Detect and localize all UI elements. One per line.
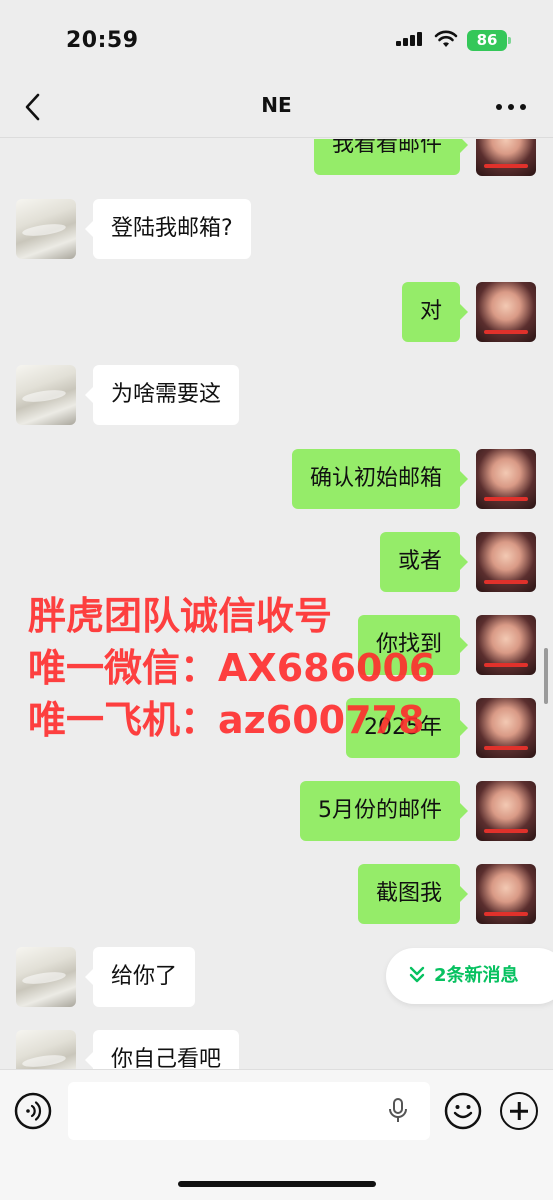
nav-bar: NE [0,80,553,138]
message-bubble-received[interactable]: 给你了 [84,947,196,1007]
scrollbar[interactable] [544,648,548,704]
message-bubble-received[interactable]: 登陆我邮箱? [85,199,251,259]
contact-avatar[interactable] [16,1030,76,1069]
message-input[interactable] [68,1082,430,1140]
status-time: 20:59 [66,28,139,53]
mic-icon[interactable] [387,1097,409,1125]
my-avatar[interactable] [476,864,536,924]
home-indicator[interactable] [178,1181,376,1187]
message-bubble-sent[interactable]: 确认初始邮箱 [291,449,469,509]
contact-avatar[interactable] [16,199,76,259]
chat-area[interactable]: 我看看邮件 登陆我邮箱? 对 为啥需要这 确认初始邮箱 或者 你找到 2025年… [0,139,553,1069]
chevron-double-down-icon [409,966,425,983]
message-bubble-sent[interactable]: 你找到 [357,615,469,675]
message-bubble-sent[interactable]: 2025年 [346,698,468,758]
wifi-icon [434,30,458,47]
my-avatar[interactable] [476,781,536,841]
message-bubble-sent[interactable]: 5月份的邮件 [300,781,468,841]
my-avatar[interactable] [476,615,536,675]
chat-title: NE [261,93,292,117]
my-avatar[interactable] [476,282,536,342]
my-avatar[interactable] [476,532,536,592]
new-messages-label: 2条新消息 [434,965,519,986]
message-bubble-sent[interactable]: 对 [401,282,469,342]
battery-indicator: 86 [467,30,507,51]
new-messages-button[interactable]: 2条新消息 [386,948,553,1004]
battery-nub [508,37,511,44]
message-bubble-sent[interactable]: 或者 [379,532,469,592]
emoji-icon[interactable] [444,1092,482,1130]
message-bubble-received[interactable]: 你自己看吧 [84,1030,240,1069]
status-bar: 20:59 86 [0,0,553,80]
my-avatar[interactable] [476,139,536,176]
more-icon[interactable] [496,104,528,112]
message-bubble-sent[interactable]: 截图我 [357,864,469,924]
plus-icon[interactable] [500,1092,538,1130]
message-bubble-received[interactable]: 为啥需要这 [84,365,240,425]
my-avatar[interactable] [476,449,536,509]
contact-avatar[interactable] [16,947,76,1007]
signal-icon [396,32,424,46]
my-avatar[interactable] [476,698,536,758]
voice-icon[interactable] [14,1092,52,1130]
message-bubble-sent[interactable]: 我看看邮件 [313,139,469,175]
contact-avatar[interactable] [16,365,76,425]
